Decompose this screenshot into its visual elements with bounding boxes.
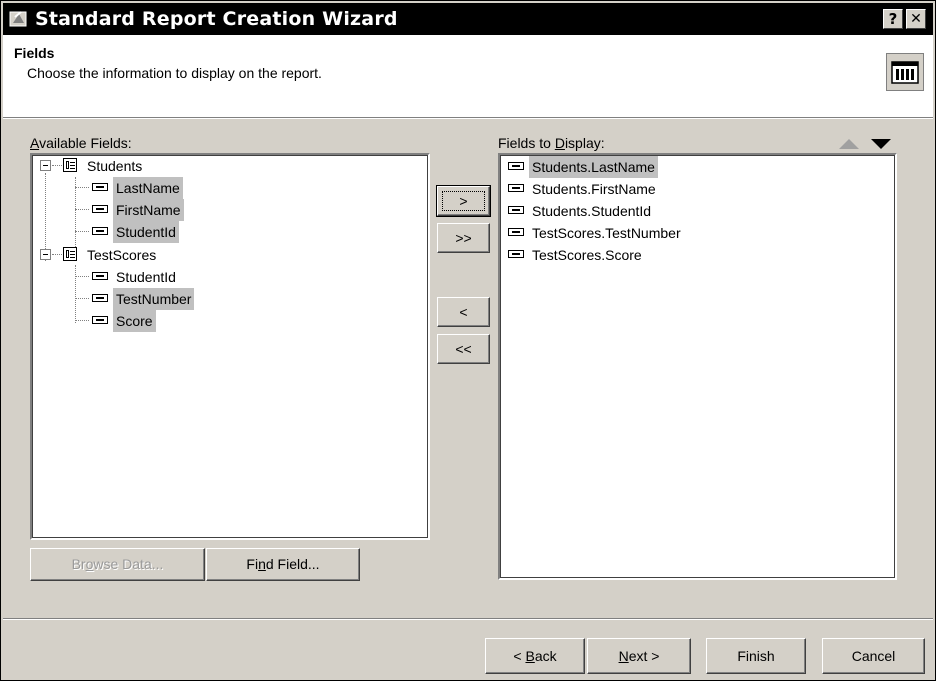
tree-line <box>75 187 89 188</box>
tree-field-lastname[interactable]: LastName <box>113 177 183 199</box>
close-icon: ✕ <box>910 11 922 27</box>
field-icon <box>92 272 108 280</box>
field-icon <box>92 205 108 213</box>
title-bar[interactable]: Standard Report Creation Wizard ? ✕ <box>3 3 933 35</box>
table-icon <box>63 158 77 172</box>
display-field-item[interactable]: Students.StudentId <box>529 200 654 222</box>
add-field-button[interactable]: > <box>436 185 491 217</box>
available-fields-label: Available Fields: <box>30 135 132 151</box>
collapse-students-icon[interactable] <box>40 160 51 171</box>
browse-data-button[interactable]: Browse Data... <box>30 548 205 581</box>
help-icon: ? <box>888 10 898 28</box>
report-table-icon <box>886 53 924 91</box>
wizard-header: Fields Choose the information to display… <box>3 35 933 118</box>
field-icon <box>508 228 524 236</box>
remove-field-button[interactable]: < <box>437 297 490 327</box>
move-up-icon[interactable] <box>839 139 859 149</box>
wizard-window: Standard Report Creation Wizard ? ✕ Fiel… <box>0 0 936 681</box>
wizard-icon <box>9 11 27 27</box>
field-icon <box>508 250 524 258</box>
tree-line <box>75 265 76 323</box>
tree-field-testnumber[interactable]: TestNumber <box>113 288 195 310</box>
field-icon <box>92 316 108 324</box>
display-field-item[interactable]: Students.FirstName <box>529 178 659 200</box>
display-field-item[interactable]: TestScores.Score <box>529 244 645 266</box>
find-field-button[interactable]: Find Field... <box>206 548 360 581</box>
tree-field-studentid[interactable]: StudentId <box>113 221 179 243</box>
field-icon <box>508 162 524 170</box>
tree-line <box>75 298 89 299</box>
tree-field-score[interactable]: Score <box>113 310 156 332</box>
display-field-item[interactable]: Students.LastName <box>529 156 658 178</box>
page-title: Fields <box>14 45 55 61</box>
tree-field-studentid-2[interactable]: StudentId <box>113 266 179 288</box>
field-icon <box>92 183 108 191</box>
help-button[interactable]: ? <box>883 9 903 29</box>
move-down-icon[interactable] <box>871 139 891 149</box>
finish-button[interactable]: Finish <box>706 638 806 674</box>
tree-field-firstname[interactable]: FirstName <box>113 199 184 221</box>
tree-line <box>75 209 89 210</box>
field-icon <box>92 227 108 235</box>
field-icon <box>508 184 524 192</box>
close-button[interactable]: ✕ <box>906 9 926 29</box>
header-separator <box>3 118 933 119</box>
page-subtitle: Choose the information to display on the… <box>27 65 322 81</box>
tree-table-testscores[interactable]: TestScores <box>84 244 159 266</box>
window-title: Standard Report Creation Wizard <box>35 8 398 30</box>
add-all-fields-button[interactable]: >> <box>437 223 490 253</box>
field-icon <box>508 206 524 214</box>
fields-to-display-label: Fields to Display: <box>498 135 605 151</box>
back-button[interactable]: < Back <box>485 638 585 674</box>
tree-line <box>75 231 89 232</box>
footer-separator-highlight <box>3 619 933 620</box>
tree-line <box>52 254 62 255</box>
remove-all-fields-button[interactable]: << <box>437 334 490 364</box>
table-icon <box>63 247 77 261</box>
tree-line <box>75 276 89 277</box>
cancel-button[interactable]: Cancel <box>822 638 925 674</box>
tree-line <box>75 320 89 321</box>
tree-table-students[interactable]: Students <box>84 155 145 177</box>
fields-to-display-list[interactable]: Students.LastName Students.FirstName Stu… <box>498 153 897 580</box>
available-fields-tree[interactable]: Students LastName FirstName StudentId Te… <box>30 153 430 540</box>
collapse-testscores-icon[interactable] <box>40 249 51 260</box>
next-button[interactable]: Next > <box>587 638 691 674</box>
tree-line <box>52 165 62 166</box>
tree-line <box>45 173 46 261</box>
display-field-item[interactable]: TestScores.TestNumber <box>529 222 684 244</box>
field-icon <box>92 294 108 302</box>
